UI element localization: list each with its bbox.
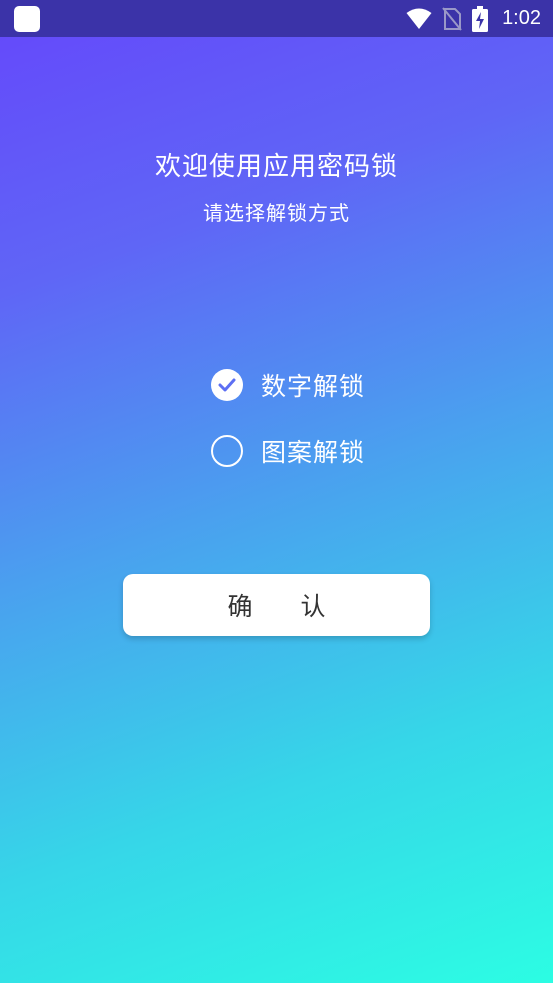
radio-checked-icon[interactable] (211, 369, 243, 401)
confirm-button[interactable]: 确 认 (123, 574, 430, 636)
wifi-icon (406, 8, 432, 29)
battery-charging-icon (472, 5, 489, 32)
radio-unchecked-icon[interactable] (211, 435, 243, 467)
option-label: 图案解锁 (261, 438, 366, 467)
option-pattern-unlock[interactable]: 图案解锁 (211, 434, 365, 468)
page-title: 欢迎使用应用密码锁 (154, 152, 398, 182)
option-label: 数字解锁 (261, 372, 366, 401)
status-icons: 1:02 (406, 0, 541, 37)
page-subtitle: 请选择解锁方式 (203, 201, 350, 225)
status-time: 1:02 (502, 7, 541, 29)
status-bar: 1:02 (0, 0, 553, 37)
option-numeric-unlock[interactable]: 数字解锁 (211, 368, 365, 402)
no-sim-icon (442, 6, 462, 31)
app-icon (14, 6, 40, 32)
